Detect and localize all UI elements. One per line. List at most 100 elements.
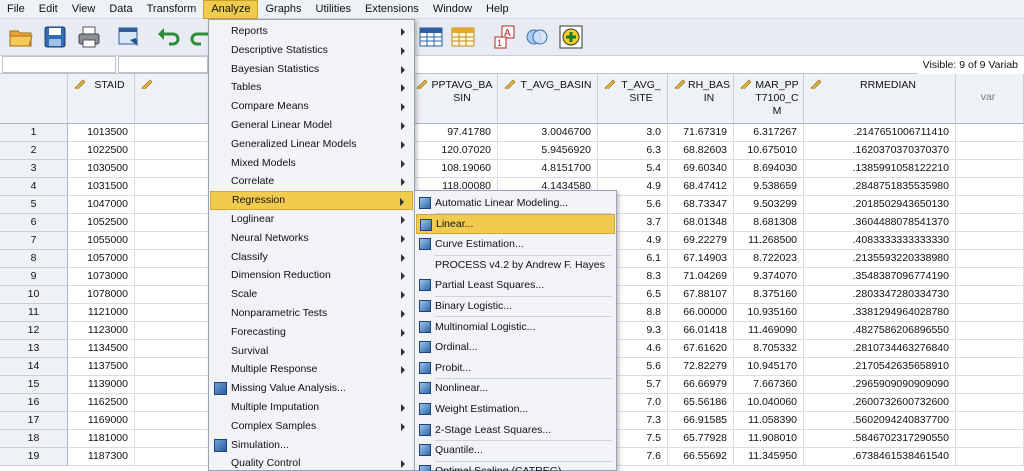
- row-number[interactable]: 13: [0, 340, 68, 358]
- data-cell[interactable]: 65.77928: [668, 430, 734, 448]
- data-cell[interactable]: 69.22279: [668, 232, 734, 250]
- data-cell[interactable]: 8.694030: [734, 160, 804, 178]
- row-number[interactable]: 17: [0, 412, 68, 430]
- menu-edit[interactable]: Edit: [32, 0, 65, 19]
- analyze-menu-item-regression[interactable]: Regression: [210, 191, 413, 211]
- open-folder-icon[interactable]: [8, 24, 34, 50]
- analyze-menu-item-reports[interactable]: Reports: [210, 22, 413, 41]
- menu-data[interactable]: Data: [102, 0, 139, 19]
- cell-value-editor[interactable]: [118, 56, 208, 73]
- data-cell[interactable]: 66.55692: [668, 448, 734, 466]
- column-header-rrmedian[interactable]: RRMEDIAN: [804, 74, 956, 124]
- data-cell[interactable]: 6.3: [598, 142, 668, 160]
- regression-item-quantile[interactable]: Quantile...: [416, 440, 615, 460]
- row-number[interactable]: 2: [0, 142, 68, 160]
- regression-item-probit[interactable]: Probit...: [416, 358, 615, 378]
- data-cell[interactable]: 1055000: [68, 232, 135, 250]
- analyze-menu-item-dimension-reduction[interactable]: Dimension Reduction: [210, 266, 413, 285]
- column-header-rh-basin[interactable]: RH_BASIN: [668, 74, 734, 124]
- data-cell[interactable]: 3.0: [598, 124, 668, 142]
- data-cell[interactable]: 1073000: [68, 268, 135, 286]
- analyze-menu-item-classify[interactable]: Classify: [210, 248, 413, 267]
- regression-item-partial-least-squares[interactable]: Partial Least Squares...: [416, 275, 615, 295]
- data-cell-empty[interactable]: [956, 196, 1024, 214]
- menu-view[interactable]: View: [65, 0, 103, 19]
- data-cell[interactable]: 68.82603: [668, 142, 734, 160]
- data-cell[interactable]: .4827586206896550: [804, 322, 956, 340]
- row-number[interactable]: 15: [0, 376, 68, 394]
- regression-item-curve-estimation[interactable]: Curve Estimation...: [416, 234, 615, 254]
- data-cell[interactable]: 1123000: [68, 322, 135, 340]
- data-cell[interactable]: 1181000: [68, 430, 135, 448]
- data-cell[interactable]: 4.8151700: [498, 160, 598, 178]
- data-cell[interactable]: .2810734463276840: [804, 340, 956, 358]
- analyze-menu-item-simulation[interactable]: Simulation...: [210, 436, 413, 455]
- data-cell-empty[interactable]: [956, 394, 1024, 412]
- data-cell[interactable]: 6.317267: [734, 124, 804, 142]
- data-cell[interactable]: 1121000: [68, 304, 135, 322]
- data-cell[interactable]: 68.01348: [668, 214, 734, 232]
- data-cell[interactable]: 67.61620: [668, 340, 734, 358]
- data-cell[interactable]: .3604488078541370: [804, 214, 956, 232]
- data-cell[interactable]: 10.945170: [734, 358, 804, 376]
- use-variable-sets-icon[interactable]: [524, 24, 550, 50]
- row-number[interactable]: 9: [0, 268, 68, 286]
- column-header-staid[interactable]: STAID: [68, 74, 135, 124]
- row-number[interactable]: 6: [0, 214, 68, 232]
- data-cell[interactable]: 68.47412: [668, 178, 734, 196]
- data-cell-empty[interactable]: [956, 430, 1024, 448]
- menu-utilities[interactable]: Utilities: [309, 0, 358, 19]
- regression-item-optimal-scaling-catreg[interactable]: Optimal Scaling (CATREG)...: [416, 461, 615, 471]
- regression-item-process-v4-2-by-andrew-f-hayes[interactable]: PROCESS v4.2 by Andrew F. Hayes: [416, 255, 615, 275]
- row-number[interactable]: 1: [0, 124, 68, 142]
- column-header-mar-ppt7100-cm[interactable]: MAR_PPT7100_CM: [734, 74, 804, 124]
- data-cell[interactable]: 9.538659: [734, 178, 804, 196]
- data-cell-empty[interactable]: [956, 160, 1024, 178]
- save-icon[interactable]: [42, 24, 68, 50]
- data-cell-empty[interactable]: [956, 214, 1024, 232]
- data-cell[interactable]: 11.469090: [734, 322, 804, 340]
- data-cell[interactable]: .2147651006711410: [804, 124, 956, 142]
- data-cell[interactable]: .2965909090909090: [804, 376, 956, 394]
- row-number[interactable]: 5: [0, 196, 68, 214]
- data-cell[interactable]: 69.60340: [668, 160, 734, 178]
- data-cell[interactable]: 108.19060: [410, 160, 498, 178]
- undo-icon[interactable]: [156, 24, 182, 50]
- menu-file[interactable]: File: [0, 0, 32, 19]
- menu-help[interactable]: Help: [479, 0, 516, 19]
- data-cell[interactable]: 67.14903: [668, 250, 734, 268]
- column-header-var[interactable]: var: [956, 74, 1024, 124]
- data-cell[interactable]: 1162500: [68, 394, 135, 412]
- data-cell[interactable]: .2018502943650130: [804, 196, 956, 214]
- data-cell[interactable]: .6738461538461540: [804, 448, 956, 466]
- analyze-menu-item-mixed-models[interactable]: Mixed Models: [210, 154, 413, 173]
- row-number[interactable]: 8: [0, 250, 68, 268]
- data-cell[interactable]: .1385991058122210: [804, 160, 956, 178]
- analyze-menu-item-descriptive-statistics[interactable]: Descriptive Statistics: [210, 41, 413, 60]
- data-cell[interactable]: 72.82279: [668, 358, 734, 376]
- data-cell[interactable]: 7.667360: [734, 376, 804, 394]
- menu-graphs[interactable]: Graphs: [258, 0, 308, 19]
- data-cell[interactable]: 5.4: [598, 160, 668, 178]
- row-number[interactable]: 14: [0, 358, 68, 376]
- recall-dialog-icon[interactable]: [116, 24, 142, 50]
- regression-item-automatic-linear-modeling[interactable]: Automatic Linear Modeling...: [416, 193, 615, 213]
- data-cell[interactable]: 1057000: [68, 250, 135, 268]
- data-cell-empty[interactable]: [956, 142, 1024, 160]
- data-cell[interactable]: .1620370370370370: [804, 142, 956, 160]
- analyze-menu-item-tables[interactable]: Tables: [210, 78, 413, 97]
- regression-item-2-stage-least-squares[interactable]: 2-Stage Least Squares...: [416, 420, 615, 440]
- menu-analyze[interactable]: Analyze: [203, 0, 259, 19]
- data-cell[interactable]: 66.01418: [668, 322, 734, 340]
- row-number[interactable]: 12: [0, 322, 68, 340]
- data-cell[interactable]: 1047000: [68, 196, 135, 214]
- data-cell[interactable]: 11.268500: [734, 232, 804, 250]
- data-cell[interactable]: 8.722023: [734, 250, 804, 268]
- analyze-menu-item-generalized-linear-models[interactable]: Generalized Linear Models: [210, 135, 413, 154]
- data-cell-empty[interactable]: [956, 340, 1024, 358]
- data-cell[interactable]: 3.0046700: [498, 124, 598, 142]
- data-cell-empty[interactable]: [956, 322, 1024, 340]
- data-cell-empty[interactable]: [956, 268, 1024, 286]
- data-cell-empty[interactable]: [956, 448, 1024, 466]
- data-cell[interactable]: .2170542635658910: [804, 358, 956, 376]
